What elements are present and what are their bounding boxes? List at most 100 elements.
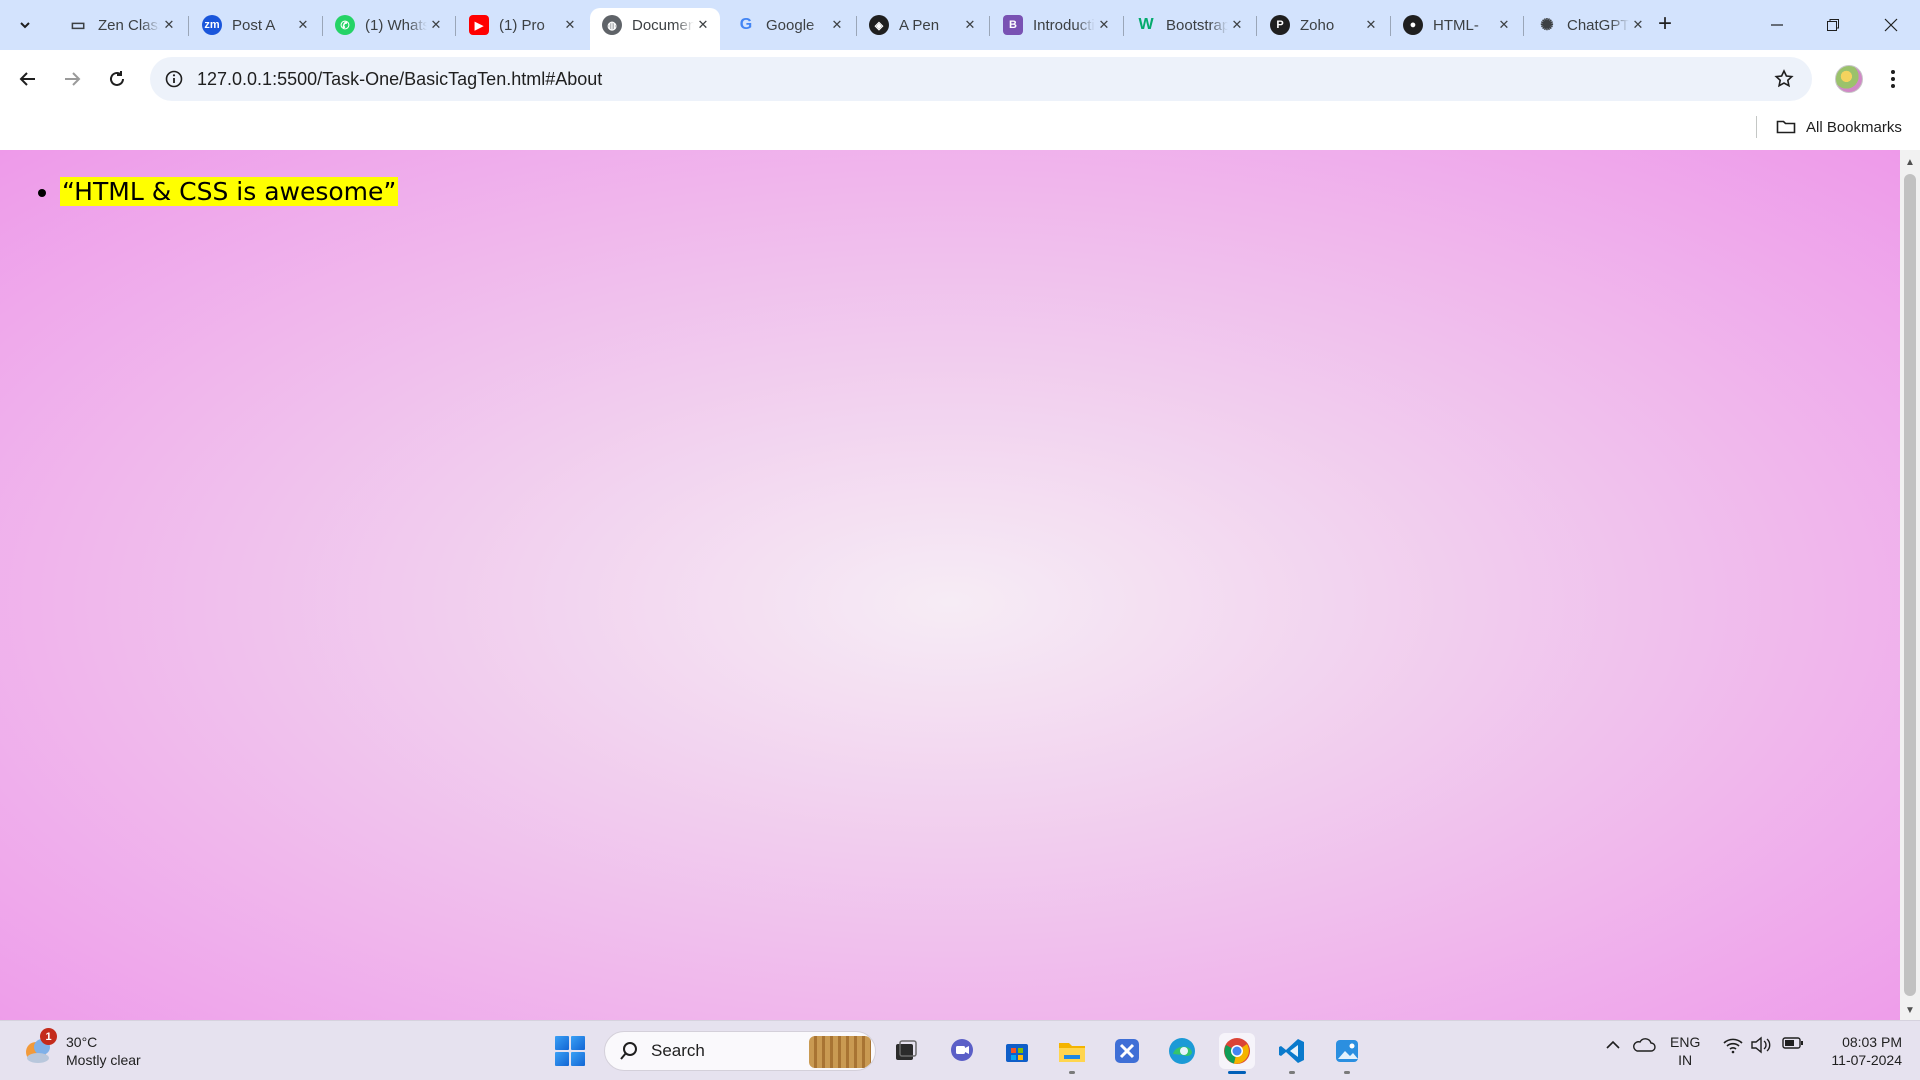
bullet-list: “HTML & CSS is awesome” (58, 177, 399, 206)
clock-time: 08:03 PM (1842, 1034, 1902, 1050)
whatsapp-icon: ✆ (335, 15, 355, 35)
teams-chat-icon[interactable] (944, 1033, 980, 1069)
weather-widget[interactable]: 1 30°C Mostly clear (22, 1028, 141, 1071)
chrome-browser-icon[interactable] (1219, 1033, 1255, 1074)
tab-title: Google (766, 16, 815, 34)
browser-tab[interactable]: ◍ Document ✕ (590, 8, 720, 50)
tab-title: Zen Class (98, 16, 160, 34)
restore-icon (1827, 19, 1839, 31)
profile-avatar[interactable] (1835, 65, 1863, 93)
forward-button[interactable] (55, 62, 89, 96)
youtube-icon: ▶ (469, 15, 489, 35)
address-bar[interactable]: 127.0.0.1:5500/Task-One/BasicTagTen.html… (150, 57, 1812, 101)
scrollbar-thumb[interactable] (1904, 174, 1916, 996)
tab-close-icon[interactable]: ✕ (561, 16, 579, 34)
site-info-icon[interactable] (162, 67, 186, 91)
tab-close-icon[interactable]: ✕ (160, 16, 178, 34)
list-item: “HTML & CSS is awesome” (60, 177, 399, 206)
page-content: “HTML & CSS is awesome” (0, 150, 1900, 1020)
browser-tab[interactable]: ▶ (1) Pro ✕ (457, 8, 587, 42)
all-bookmarks-button[interactable]: All Bookmarks (1776, 114, 1902, 140)
github-icon: ● (1403, 15, 1423, 35)
browser-tab[interactable]: zm Post A ✕ (190, 8, 320, 42)
bookmark-star-icon[interactable] (1772, 67, 1796, 91)
tab-title: ChatGPT (1567, 16, 1629, 34)
chatgpt-icon: ✺ (1540, 17, 1554, 34)
language-code: ENG (1670, 1034, 1701, 1050)
onedrive-sync-icon[interactable] (1632, 1036, 1656, 1054)
browser-tab[interactable]: ▭ Zen Class ✕ (56, 8, 186, 42)
tab-close-icon[interactable]: ✕ (294, 16, 312, 34)
volume-icon[interactable] (1750, 1036, 1772, 1054)
browser-tab[interactable]: ● HTML- ✕ (1391, 8, 1521, 42)
zoho-icon: P (1270, 15, 1290, 35)
google-icon: G (739, 16, 753, 33)
tab-close-icon[interactable]: ✕ (1629, 16, 1647, 34)
new-tab-button[interactable]: + (1650, 10, 1680, 40)
tab-title: Document (632, 16, 694, 34)
bootstrap-icon: B (1003, 15, 1023, 35)
weather-temperature: 30°C (66, 1034, 98, 1050)
w3schools-icon: W (1138, 16, 1154, 33)
arrow-left-icon (19, 72, 35, 86)
browser-tab[interactable]: ◈ A Pen ✕ (857, 8, 987, 42)
show-hidden-icons-chevron-up-icon[interactable] (1604, 1036, 1622, 1054)
page-scrollbar[interactable]: ▲ ▼ (1900, 150, 1920, 1020)
system-clock[interactable]: 08:03 PM 11-07-2024 (1820, 1033, 1902, 1069)
taskbar: 1 30°C Mostly clear Search ENG IN 08:03 … (0, 1020, 1920, 1080)
browser-tab[interactable]: G Google ✕ (724, 8, 854, 42)
tab-close-icon[interactable]: ✕ (1362, 16, 1380, 34)
tab-separator (989, 16, 990, 36)
start-button[interactable] (555, 1036, 585, 1066)
tab-close-icon[interactable]: ✕ (1495, 16, 1513, 34)
input-language-indicator[interactable]: ENG IN (1670, 1033, 1700, 1069)
tab-close-icon[interactable]: ✕ (828, 16, 846, 34)
tab-close-icon[interactable]: ✕ (961, 16, 979, 34)
reload-icon (110, 71, 124, 86)
taskbar-search[interactable]: Search (604, 1031, 876, 1071)
search-label: Search (651, 1041, 705, 1060)
tab-close-icon[interactable]: ✕ (1228, 16, 1246, 34)
scroll-up-arrow-icon[interactable]: ▲ (1900, 152, 1920, 172)
tab-separator (1256, 16, 1257, 36)
browser-menu-button[interactable] (1878, 62, 1908, 96)
battery-icon[interactable] (1782, 1036, 1804, 1050)
browser-tab[interactable]: ✆ (1) WhatsApp✕ (323, 8, 453, 42)
browser-tab[interactable]: B Introduction✕ (991, 8, 1121, 42)
back-button[interactable] (11, 62, 45, 96)
tab-close-icon[interactable]: ✕ (427, 16, 445, 34)
tab-strip: ▭Zen Class✕zmPost A✕✆(1) WhatsApp✕▶(1) P… (0, 0, 1920, 50)
tab-close-icon[interactable]: ✕ (1095, 16, 1113, 34)
browser-toolbar: 127.0.0.1:5500/Task-One/BasicTagTen.html… (0, 50, 1920, 108)
tab-separator (455, 16, 456, 36)
task-view-icon[interactable] (888, 1033, 924, 1069)
browser-tab[interactable]: ✺ ChatGPT ✕ (1525, 8, 1655, 42)
tab-search-button[interactable] (10, 10, 40, 40)
browser-tab[interactable]: P Zoho ✕ (1258, 8, 1388, 42)
url-text[interactable]: 127.0.0.1:5500/Task-One/BasicTagTen.html… (197, 69, 602, 90)
file-explorer-icon[interactable] (1054, 1033, 1090, 1074)
reload-button[interactable] (100, 62, 134, 96)
snipping-tool-icon[interactable] (1109, 1033, 1145, 1069)
browser-tab[interactable]: W Bootstrap ✕ (1124, 8, 1254, 42)
wifi-icon[interactable] (1722, 1036, 1744, 1054)
photos-app-icon[interactable] (1329, 1033, 1365, 1074)
tab-title: Bootstrap (1166, 16, 1228, 34)
vscode-icon[interactable] (1274, 1033, 1310, 1074)
zen-class-icon: ▭ (70, 17, 86, 34)
scroll-down-arrow-icon[interactable]: ▼ (1900, 1000, 1920, 1020)
microsoft-store-icon[interactable] (999, 1033, 1035, 1069)
tab-close-icon[interactable]: ✕ (694, 16, 712, 34)
arrow-right-icon (65, 72, 81, 86)
weather-notification-badge: 1 (40, 1028, 57, 1045)
tab-title: Zoho (1300, 16, 1335, 34)
restore-button[interactable] (1808, 8, 1858, 42)
minimize-button[interactable] (1752, 8, 1802, 42)
search-highlight-image (809, 1036, 871, 1068)
tab-title: A Pen (899, 16, 940, 34)
edge-browser-icon[interactable] (1164, 1033, 1200, 1069)
close-window-button[interactable] (1866, 8, 1916, 42)
zoom-icon: zm (202, 15, 222, 35)
folder-icon (1776, 120, 1796, 134)
close-icon (1884, 18, 1898, 32)
